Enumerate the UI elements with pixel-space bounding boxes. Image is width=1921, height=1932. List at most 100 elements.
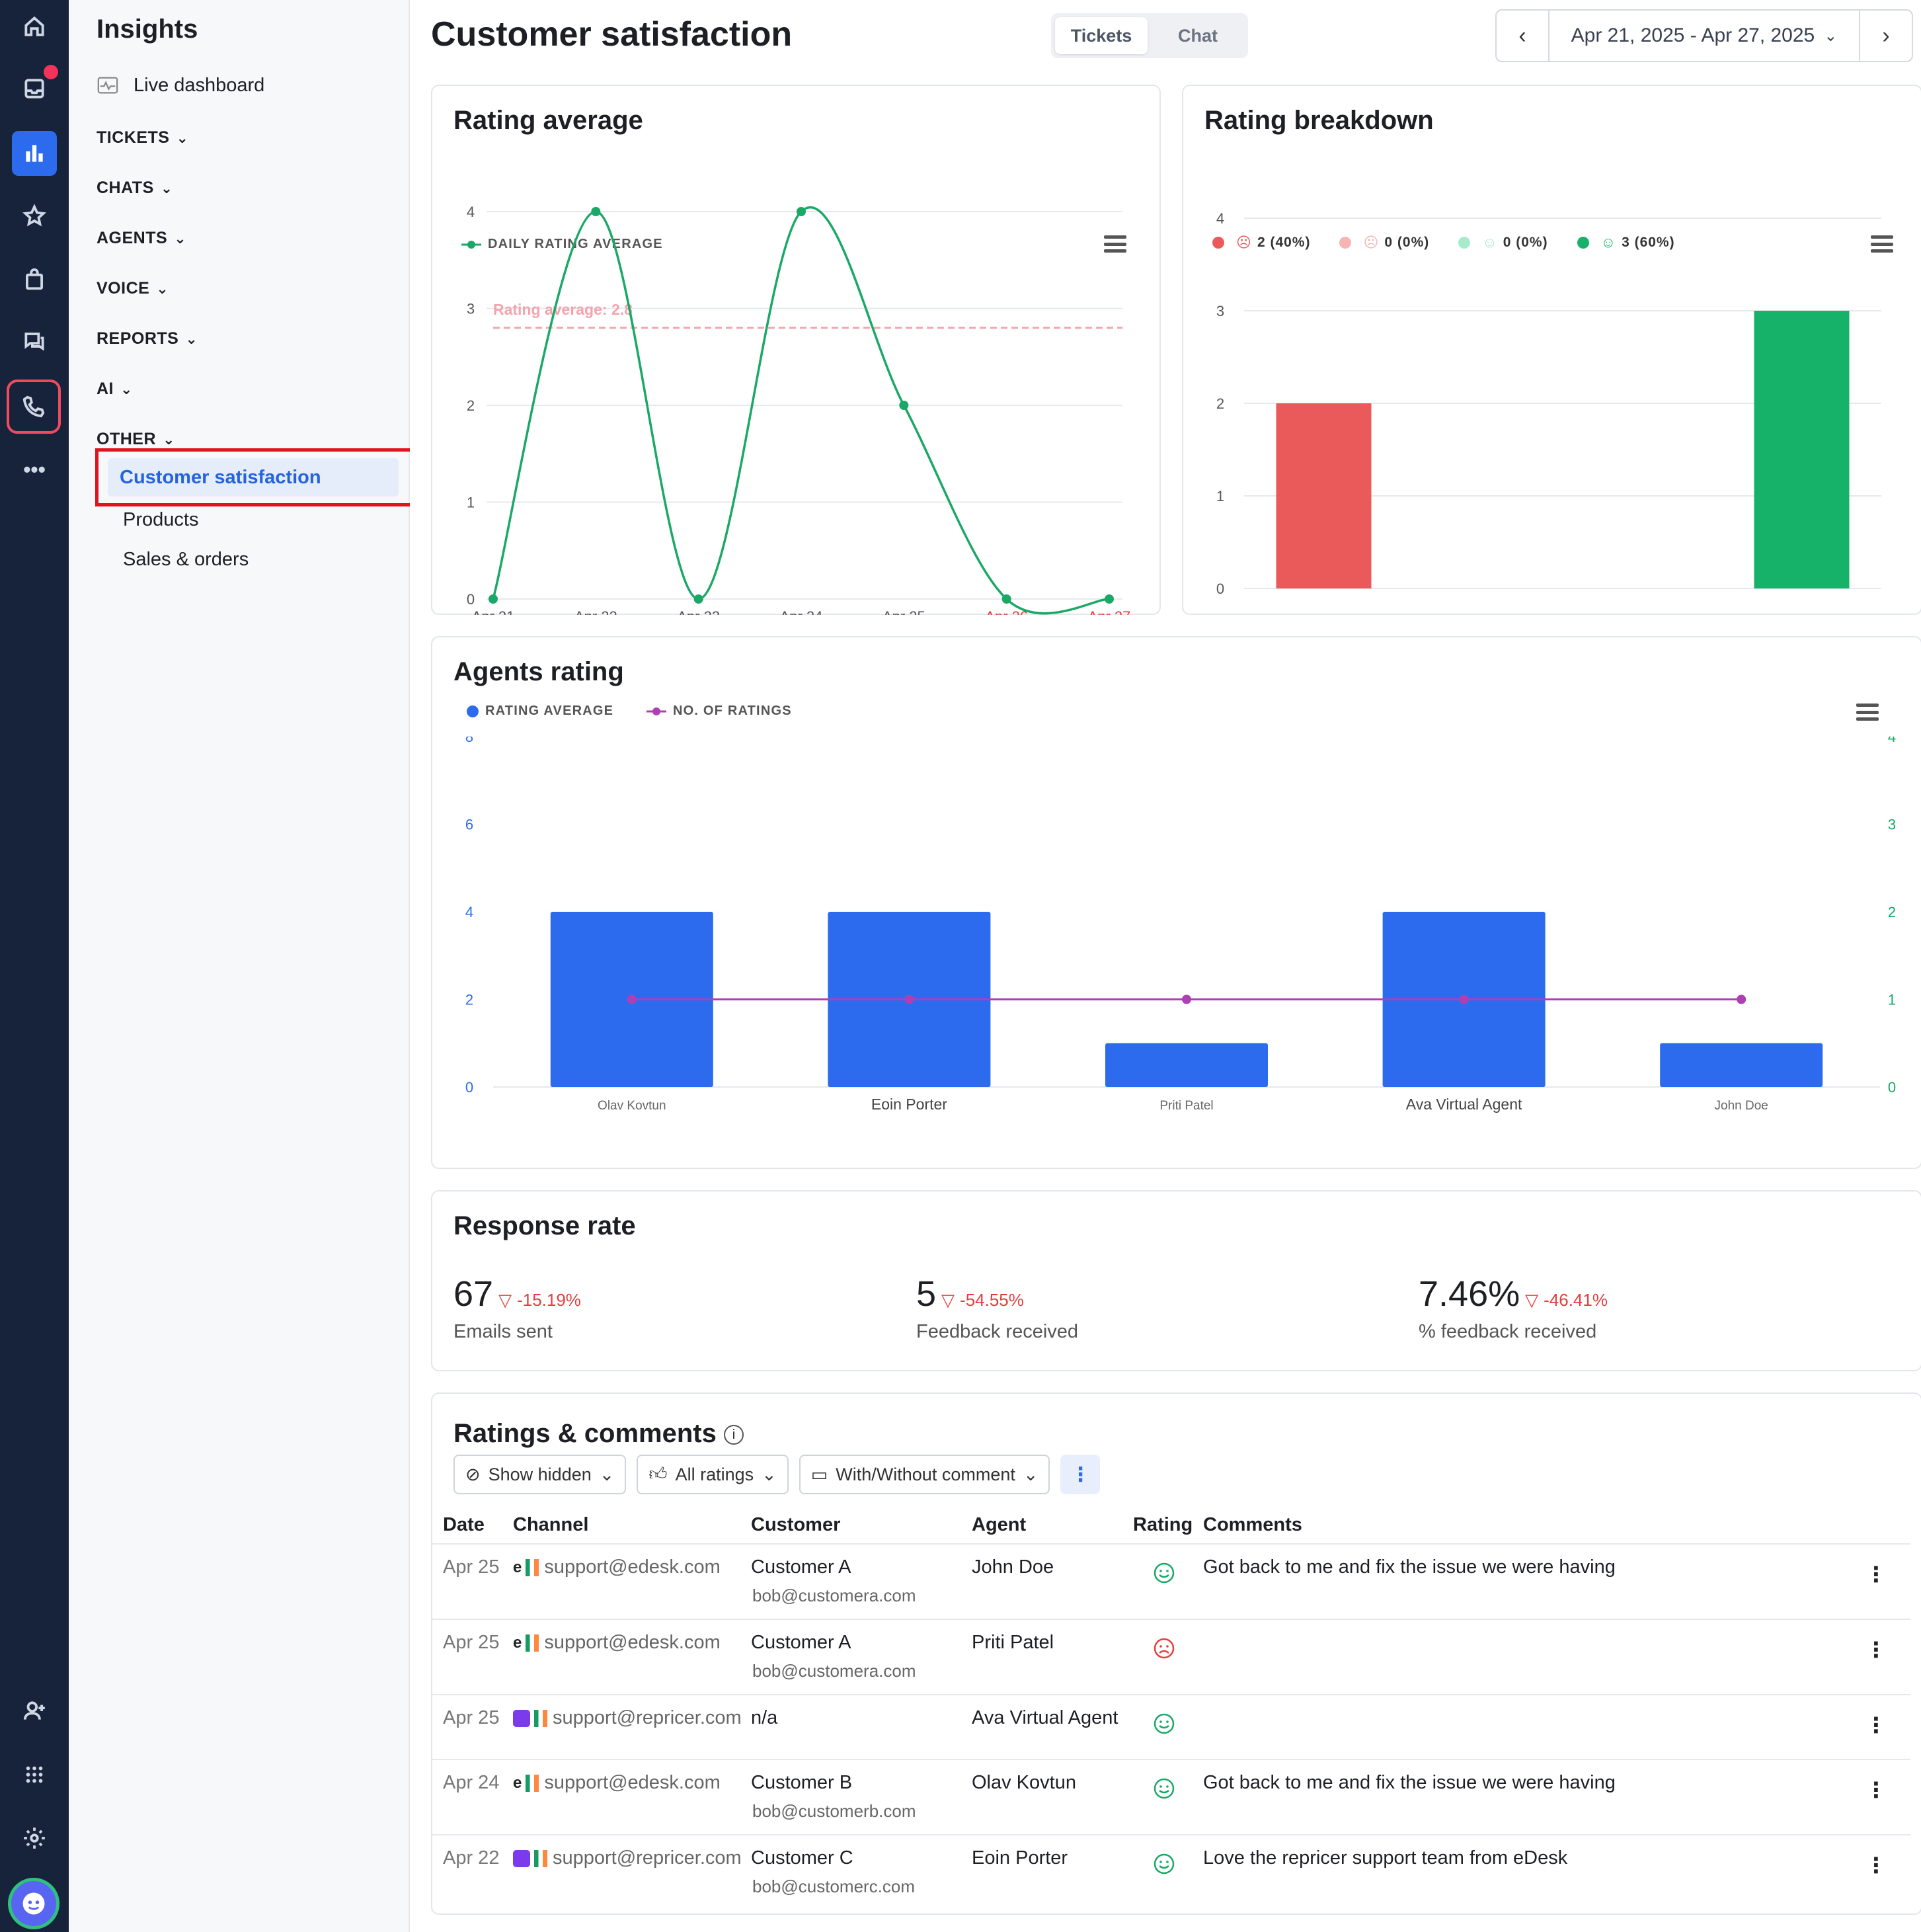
row-comment: Got back to me and fix the issue we were… xyxy=(1203,1556,1616,1578)
col-customer[interactable]: Customer xyxy=(751,1514,840,1536)
thumbs-icon: 👍︎ xyxy=(648,1464,668,1484)
sidebar-title: Insights xyxy=(97,15,198,44)
y-left-tick-label: 4 xyxy=(465,904,473,920)
table-row[interactable]: Apr 25 e support@edesk.com Customer A bob… xyxy=(432,1619,1910,1694)
sidebar-item-sales-orders[interactable]: Sales & orders xyxy=(123,549,249,571)
menu-icon[interactable] xyxy=(1856,704,1879,721)
ireland-flag-icon xyxy=(526,1558,539,1576)
table-row[interactable]: Apr 22 support@repricer.com Customer C b… xyxy=(432,1834,1910,1910)
row-kebab-icon[interactable]: ⋮ xyxy=(1865,1562,1887,1587)
y-right-tick-label: 1 xyxy=(1888,992,1896,1008)
chevron-down-icon: ⌄ xyxy=(120,380,133,397)
data-point xyxy=(591,207,601,216)
col-rating[interactable]: Rating xyxy=(1133,1514,1193,1536)
more-options-button[interactable]: ⋮ xyxy=(1060,1455,1101,1494)
data-point xyxy=(797,207,806,216)
comment-filter[interactable]: ▭ With/Without comment ⌄ xyxy=(799,1455,1050,1494)
sidebar-group-reports[interactable]: REPORTS ⌄ xyxy=(97,329,198,348)
more-icon[interactable]: ••• xyxy=(0,443,69,496)
legend-rating-average[interactable]: RATING AVERAGE xyxy=(467,704,613,719)
chevron-down-icon: ⌄ xyxy=(176,129,189,146)
sidebar-item-customer-satisfaction[interactable]: Customer satisfaction xyxy=(108,458,399,497)
stat-label: Emails sent xyxy=(453,1321,553,1342)
info-icon[interactable]: i xyxy=(723,1425,744,1445)
rating-breakdown-card: Rating breakdown ☹ 2 (40%) ☹ 0 (0%) ☺ 0 (0%) ☺… xyxy=(1182,85,1921,615)
trend-down-icon: ▽ xyxy=(1525,1290,1539,1310)
col-date[interactable]: Date xyxy=(443,1514,485,1536)
y-right-tick-label: 2 xyxy=(1888,904,1896,920)
chevron-down-icon: ⌄ xyxy=(156,280,169,297)
row-kebab-icon[interactable]: ⋮ xyxy=(1865,1712,1887,1738)
date-range-select[interactable]: Apr 21, 2025 - Apr 27, 2025 ⌄ xyxy=(1548,11,1860,61)
table-row[interactable]: Apr 25 e support@edesk.com Customer A bob… xyxy=(432,1543,1910,1619)
stat-change: -46.41% xyxy=(1544,1290,1608,1310)
home-icon[interactable] xyxy=(0,0,69,53)
data-point xyxy=(489,594,498,604)
show-hidden-filter[interactable]: ⊘ Show hidden ⌄ xyxy=(453,1455,627,1494)
stat-label: % feedback received xyxy=(1419,1321,1597,1342)
tab-chat[interactable]: Chat xyxy=(1152,17,1244,54)
chat-icon[interactable] xyxy=(0,315,69,368)
col-comments[interactable]: Comments xyxy=(1203,1514,1302,1536)
sidebar-group-ai[interactable]: AI ⌄ xyxy=(97,380,133,399)
settings-icon[interactable] xyxy=(0,1812,69,1865)
y-left-tick-label: 2 xyxy=(465,992,473,1008)
bar xyxy=(1660,1043,1823,1087)
data-point xyxy=(1001,594,1011,604)
edesk-logo-icon: e xyxy=(513,1773,522,1792)
tab-tickets[interactable]: Tickets xyxy=(1055,17,1148,54)
y-tick-label: 0 xyxy=(467,591,475,608)
row-channel: support@repricer.com xyxy=(513,1707,742,1729)
stat-change: -54.55% xyxy=(960,1290,1024,1310)
sidebar-group-chats[interactable]: CHATS ⌄ xyxy=(97,179,173,198)
x-tick-label: Apr 24 xyxy=(780,608,823,615)
data-point xyxy=(1737,994,1746,1004)
card-title: Ratings & comments i xyxy=(453,1419,744,1449)
y-tick-label: 3 xyxy=(1216,303,1224,319)
y-tick-label: 1 xyxy=(1216,488,1224,504)
col-agent[interactable]: Agent xyxy=(972,1514,1026,1536)
sidebar-item-live-dashboard[interactable]: Live dashboard xyxy=(97,74,264,97)
row-kebab-icon[interactable]: ⋮ xyxy=(1865,1637,1887,1662)
add-user-icon[interactable] xyxy=(0,1685,69,1738)
row-channel: e support@edesk.com xyxy=(513,1556,721,1578)
row-kebab-icon[interactable]: ⋮ xyxy=(1865,1853,1887,1878)
agents-rating-chart: 0 2 4 6 8 0 1 2 3 4 Olav Kovtun Eoin Porter Priti Pa… xyxy=(465,737,1896,1113)
series-line xyxy=(492,206,1110,615)
sidebar-group-other[interactable]: OTHER ⌄ xyxy=(97,430,175,449)
chevron-left-icon[interactable]: ‹ xyxy=(1497,11,1548,61)
row-kebab-icon[interactable]: ⋮ xyxy=(1865,1777,1887,1802)
bag-icon[interactable] xyxy=(0,253,69,305)
star-icon[interactable] xyxy=(0,190,69,243)
chevron-right-icon[interactable]: › xyxy=(1860,11,1912,61)
inbox-icon[interactable] xyxy=(0,62,69,115)
all-ratings-filter[interactable]: 👍︎ All ratings ⌄ xyxy=(637,1455,789,1494)
ireland-flag-icon xyxy=(534,1849,547,1867)
sidebar-group-voice[interactable]: VOICE ⌄ xyxy=(97,279,169,298)
apps-grid-icon[interactable] xyxy=(0,1748,69,1801)
y-tick-label: 2 xyxy=(1216,395,1224,412)
group-label: REPORTS xyxy=(97,329,179,348)
legend-no-of-ratings[interactable]: NO. OF RATINGS xyxy=(647,704,792,719)
stat-emails-sent: 67 ▽ -15.19% Emails sent xyxy=(453,1273,581,1343)
stat-feedback-received: 5 ▽ -54.55% Feedback received xyxy=(916,1273,1078,1343)
rating-average-chart: 0 1 2 3 4 Apr 21 Apr 22 Apr 23 Apr 24 Apr 25 Apr 2… xyxy=(467,204,1131,615)
filter-label: Show hidden xyxy=(488,1464,592,1484)
card-title: Agents rating xyxy=(453,657,624,686)
col-channel[interactable]: Channel xyxy=(513,1514,588,1536)
data-point xyxy=(1459,994,1469,1004)
insights-icon[interactable] xyxy=(12,131,57,176)
sidebar-group-tickets[interactable]: TICKETS ⌄ xyxy=(97,128,188,147)
table-row[interactable]: Apr 24 e support@edesk.com Customer B bob… xyxy=(432,1759,1910,1834)
card-title: Rating breakdown xyxy=(1204,106,1434,135)
phone-icon[interactable] xyxy=(7,380,61,434)
date-range-picker: ‹ Apr 21, 2025 - Apr 27, 2025 ⌄ › xyxy=(1495,9,1913,62)
row-agent: Eoin Porter xyxy=(972,1847,1068,1869)
sidebar-item-products[interactable]: Products xyxy=(123,509,198,531)
sidebar-group-agents[interactable]: AGENTS ⌄ xyxy=(97,229,186,248)
avatar[interactable] xyxy=(8,1878,59,1929)
table-row[interactable]: Apr 25 support@repricer.com n/a Ava Virt… xyxy=(432,1694,1910,1759)
data-point xyxy=(627,994,637,1004)
highlight-box: Customer satisfaction xyxy=(95,448,418,506)
stat-feedback-percent: 7.46% ▽ -46.41% % feedback received xyxy=(1419,1273,1608,1343)
